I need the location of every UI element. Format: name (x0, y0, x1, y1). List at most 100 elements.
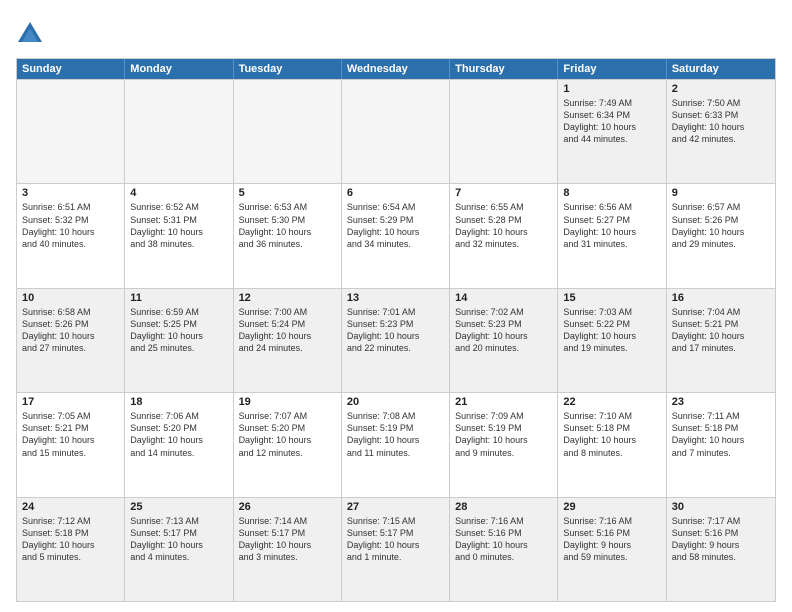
day-number: 14 (455, 292, 552, 304)
calendar-cell: 30 Sunrise: 7:17 AM Sunset: 5:16 PM Dayli… (667, 498, 775, 601)
calendar-cell: 7 Sunrise: 6:55 AM Sunset: 5:28 PM Daylig… (450, 184, 558, 287)
calendar-cell (17, 80, 125, 183)
calendar-cell: 6 Sunrise: 6:54 AM Sunset: 5:29 PM Daylig… (342, 184, 450, 287)
calendar-header: SundayMondayTuesdayWednesdayThursdayFrid… (17, 59, 775, 79)
cell-content: Sunrise: 7:08 AM Sunset: 5:19 PM Dayligh… (347, 410, 444, 459)
calendar-week: 17 Sunrise: 7:05 AM Sunset: 5:21 PM Dayli… (17, 392, 775, 496)
calendar-header-cell: Friday (558, 59, 666, 79)
header (16, 16, 776, 48)
cell-content: Sunrise: 7:01 AM Sunset: 5:23 PM Dayligh… (347, 306, 444, 355)
day-number: 29 (563, 501, 660, 513)
cell-content: Sunrise: 6:57 AM Sunset: 5:26 PM Dayligh… (672, 201, 770, 250)
logo (16, 20, 48, 48)
cell-content: Sunrise: 7:06 AM Sunset: 5:20 PM Dayligh… (130, 410, 227, 459)
day-number: 22 (563, 396, 660, 408)
cell-content: Sunrise: 7:15 AM Sunset: 5:17 PM Dayligh… (347, 515, 444, 564)
calendar-cell: 15 Sunrise: 7:03 AM Sunset: 5:22 PM Dayli… (558, 289, 666, 392)
day-number: 8 (563, 187, 660, 199)
calendar-header-cell: Monday (125, 59, 233, 79)
calendar-cell: 18 Sunrise: 7:06 AM Sunset: 5:20 PM Dayli… (125, 393, 233, 496)
calendar-cell: 27 Sunrise: 7:15 AM Sunset: 5:17 PM Dayli… (342, 498, 450, 601)
calendar-week: 24 Sunrise: 7:12 AM Sunset: 5:18 PM Dayli… (17, 497, 775, 601)
day-number: 16 (672, 292, 770, 304)
logo-icon (16, 20, 44, 48)
cell-content: Sunrise: 7:12 AM Sunset: 5:18 PM Dayligh… (22, 515, 119, 564)
day-number: 10 (22, 292, 119, 304)
cell-content: Sunrise: 6:59 AM Sunset: 5:25 PM Dayligh… (130, 306, 227, 355)
calendar-cell: 17 Sunrise: 7:05 AM Sunset: 5:21 PM Dayli… (17, 393, 125, 496)
cell-content: Sunrise: 7:16 AM Sunset: 5:16 PM Dayligh… (563, 515, 660, 564)
calendar-cell: 4 Sunrise: 6:52 AM Sunset: 5:31 PM Daylig… (125, 184, 233, 287)
day-number: 18 (130, 396, 227, 408)
calendar-cell: 16 Sunrise: 7:04 AM Sunset: 5:21 PM Dayli… (667, 289, 775, 392)
calendar-cell: 1 Sunrise: 7:49 AM Sunset: 6:34 PM Daylig… (558, 80, 666, 183)
cell-content: Sunrise: 6:55 AM Sunset: 5:28 PM Dayligh… (455, 201, 552, 250)
cell-content: Sunrise: 7:00 AM Sunset: 5:24 PM Dayligh… (239, 306, 336, 355)
cell-content: Sunrise: 7:16 AM Sunset: 5:16 PM Dayligh… (455, 515, 552, 564)
day-number: 24 (22, 501, 119, 513)
calendar-cell: 19 Sunrise: 7:07 AM Sunset: 5:20 PM Dayli… (234, 393, 342, 496)
page: SundayMondayTuesdayWednesdayThursdayFrid… (0, 0, 792, 612)
calendar-body: 1 Sunrise: 7:49 AM Sunset: 6:34 PM Daylig… (17, 79, 775, 601)
cell-content: Sunrise: 7:09 AM Sunset: 5:19 PM Dayligh… (455, 410, 552, 459)
cell-content: Sunrise: 7:13 AM Sunset: 5:17 PM Dayligh… (130, 515, 227, 564)
cell-content: Sunrise: 7:17 AM Sunset: 5:16 PM Dayligh… (672, 515, 770, 564)
day-number: 26 (239, 501, 336, 513)
day-number: 4 (130, 187, 227, 199)
cell-content: Sunrise: 6:56 AM Sunset: 5:27 PM Dayligh… (563, 201, 660, 250)
calendar-cell: 3Sunrise: 6:51 AM Sunset: 5:32 PM Daylig… (17, 184, 125, 287)
calendar-cell: 9Sunrise: 6:57 AM Sunset: 5:26 PM Daylig… (667, 184, 775, 287)
day-number: 1 (563, 83, 660, 95)
cell-content: Sunrise: 7:05 AM Sunset: 5:21 PM Dayligh… (22, 410, 119, 459)
calendar-cell: 10 Sunrise: 6:58 AM Sunset: 5:26 PM Dayli… (17, 289, 125, 392)
calendar-cell (234, 80, 342, 183)
cell-content: Sunrise: 7:49 AM Sunset: 6:34 PM Dayligh… (563, 97, 660, 146)
calendar-cell: 13 Sunrise: 7:01 AM Sunset: 5:23 PM Dayli… (342, 289, 450, 392)
calendar: SundayMondayTuesdayWednesdayThursdayFrid… (16, 58, 776, 602)
day-number: 13 (347, 292, 444, 304)
day-number: 7 (455, 187, 552, 199)
day-number: 15 (563, 292, 660, 304)
cell-content: Sunrise: 6:54 AM Sunset: 5:29 PM Dayligh… (347, 201, 444, 250)
cell-content: Sunrise: 7:14 AM Sunset: 5:17 PM Dayligh… (239, 515, 336, 564)
calendar-cell: 14 Sunrise: 7:02 AM Sunset: 5:23 PM Dayli… (450, 289, 558, 392)
calendar-cell: 21 Sunrise: 7:09 AM Sunset: 5:19 PM Dayli… (450, 393, 558, 496)
calendar-cell (342, 80, 450, 183)
calendar-week: 3Sunrise: 6:51 AM Sunset: 5:32 PM Daylig… (17, 183, 775, 287)
calendar-cell (125, 80, 233, 183)
day-number: 30 (672, 501, 770, 513)
cell-content: Sunrise: 6:52 AM Sunset: 5:31 PM Dayligh… (130, 201, 227, 250)
cell-content: Sunrise: 6:53 AM Sunset: 5:30 PM Dayligh… (239, 201, 336, 250)
calendar-cell: 11Sunrise: 6:59 AM Sunset: 5:25 PM Dayli… (125, 289, 233, 392)
day-number: 27 (347, 501, 444, 513)
day-number: 23 (672, 396, 770, 408)
calendar-cell: 22 Sunrise: 7:10 AM Sunset: 5:18 PM Dayli… (558, 393, 666, 496)
cell-content: Sunrise: 6:58 AM Sunset: 5:26 PM Dayligh… (22, 306, 119, 355)
day-number: 17 (22, 396, 119, 408)
cell-content: Sunrise: 7:50 AM Sunset: 6:33 PM Dayligh… (672, 97, 770, 146)
calendar-header-cell: Wednesday (342, 59, 450, 79)
calendar-cell: 20Sunrise: 7:08 AM Sunset: 5:19 PM Dayli… (342, 393, 450, 496)
day-number: 6 (347, 187, 444, 199)
calendar-header-cell: Thursday (450, 59, 558, 79)
calendar-cell: 28 Sunrise: 7:16 AM Sunset: 5:16 PM Dayli… (450, 498, 558, 601)
day-number: 2 (672, 83, 770, 95)
calendar-cell: 26 Sunrise: 7:14 AM Sunset: 5:17 PM Dayli… (234, 498, 342, 601)
calendar-header-cell: Sunday (17, 59, 125, 79)
day-number: 21 (455, 396, 552, 408)
calendar-cell: 23Sunrise: 7:11 AM Sunset: 5:18 PM Dayli… (667, 393, 775, 496)
cell-content: Sunrise: 7:02 AM Sunset: 5:23 PM Dayligh… (455, 306, 552, 355)
calendar-cell: 24 Sunrise: 7:12 AM Sunset: 5:18 PM Dayli… (17, 498, 125, 601)
day-number: 12 (239, 292, 336, 304)
cell-content: Sunrise: 7:04 AM Sunset: 5:21 PM Dayligh… (672, 306, 770, 355)
day-number: 19 (239, 396, 336, 408)
cell-content: Sunrise: 7:03 AM Sunset: 5:22 PM Dayligh… (563, 306, 660, 355)
day-number: 3 (22, 187, 119, 199)
day-number: 25 (130, 501, 227, 513)
cell-content: Sunrise: 7:07 AM Sunset: 5:20 PM Dayligh… (239, 410, 336, 459)
calendar-cell: 8 Sunrise: 6:56 AM Sunset: 5:27 PM Daylig… (558, 184, 666, 287)
calendar-cell (450, 80, 558, 183)
day-number: 28 (455, 501, 552, 513)
cell-content: Sunrise: 7:10 AM Sunset: 5:18 PM Dayligh… (563, 410, 660, 459)
calendar-cell: 25 Sunrise: 7:13 AM Sunset: 5:17 PM Dayli… (125, 498, 233, 601)
